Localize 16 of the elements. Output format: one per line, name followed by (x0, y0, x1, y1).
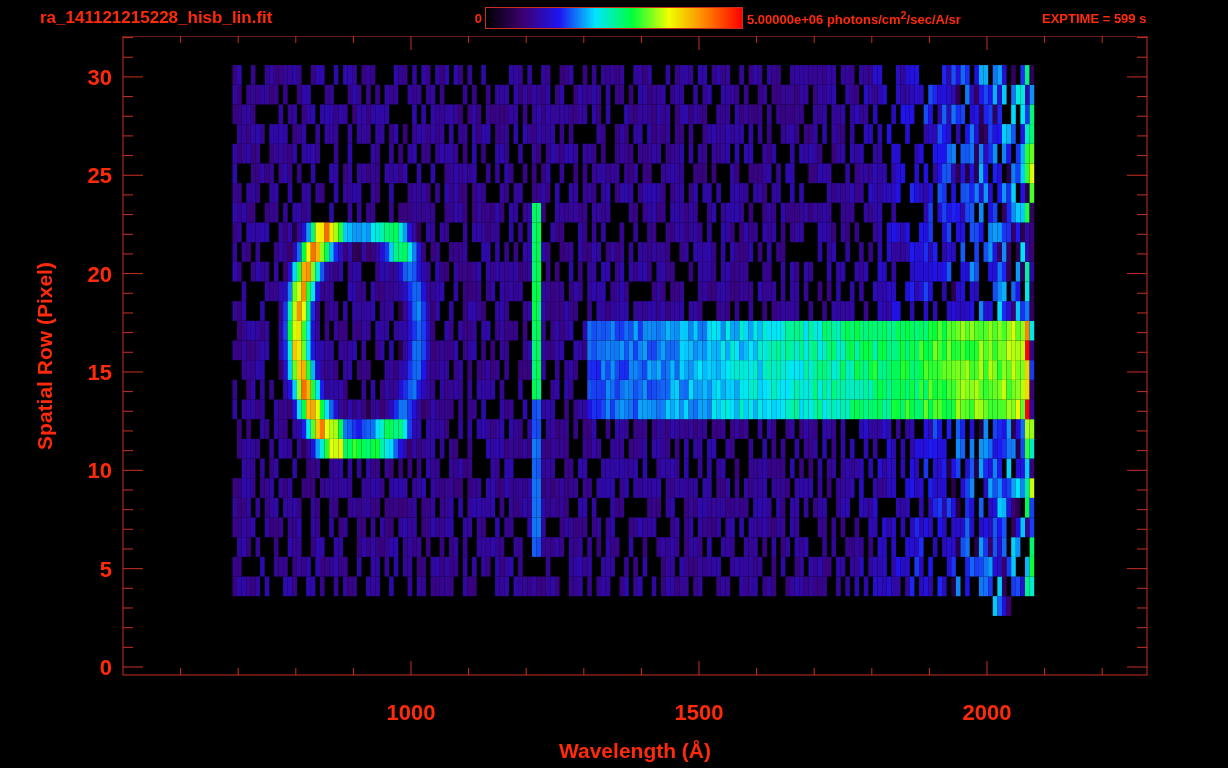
x-tick-label: 1500 (674, 700, 724, 725)
y-tick-label: 30 (87, 64, 112, 90)
y-tick-label: 20 (87, 261, 112, 287)
y-axis-title: Spatial Row (Pixel) (33, 262, 56, 450)
colorbar-min-label: 0 (473, 10, 482, 26)
exposure-label: EXPTIME = 599 s (1042, 10, 1147, 26)
colorbar-max-label: 5.00000e+06 photons/cm$^{2}$/sec/A/sr (747, 8, 962, 28)
y-tick-label: 5 (99, 556, 112, 582)
y-tick-label: 10 (87, 458, 112, 484)
x-tick-label: 1000 (386, 700, 436, 725)
x-tick-label: 2000 (962, 700, 1012, 725)
y-tick-label: 15 (87, 359, 112, 385)
y-tick-label: 0 (99, 655, 112, 680)
x-axis-title: Wavelength (Å) (558, 739, 712, 762)
y-tick-label: 25 (87, 163, 112, 189)
file-title: ra_141121215228_hisb_lin.fit (40, 8, 274, 28)
